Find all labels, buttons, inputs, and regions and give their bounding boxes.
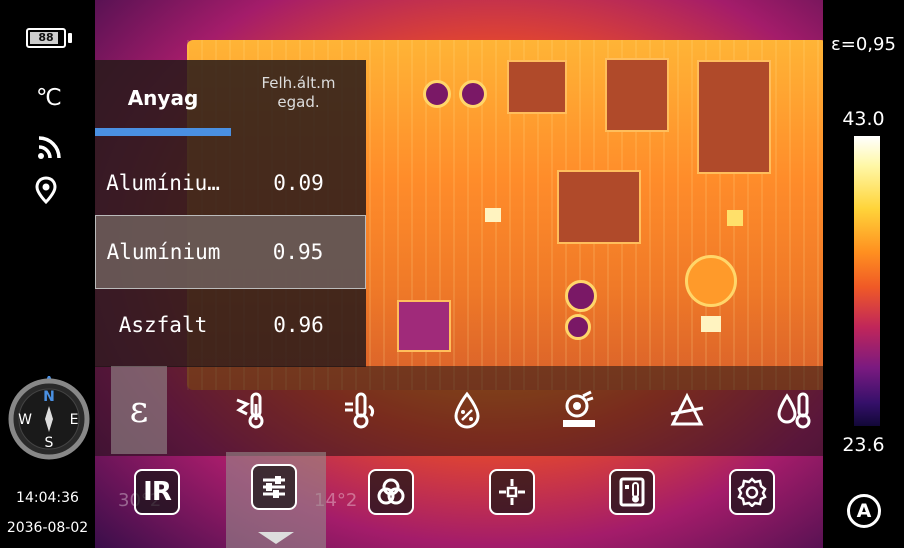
emissivity-tool[interactable]: ε xyxy=(111,366,167,454)
clock-date: 2036-08-02 xyxy=(6,520,89,536)
distance-icon xyxy=(563,390,595,427)
tab-user-defined-line2: egad. xyxy=(277,93,320,111)
active-tab-indicator xyxy=(95,128,231,136)
battery-tip xyxy=(68,33,72,43)
distance-tool[interactable] xyxy=(551,366,607,454)
temperature-compensation-icon xyxy=(777,392,811,429)
wifi-icon xyxy=(36,135,62,165)
emissivity-icon: ε xyxy=(129,389,149,431)
scale-min-temperature[interactable]: 23.6 xyxy=(823,434,904,456)
emissivity-readout: ε=0,95 xyxy=(831,34,896,55)
compass-west: W xyxy=(18,412,32,428)
compass-south: S xyxy=(45,435,54,451)
emissivity-table: Anyag Felh.ált.m egad. Alumíniu… 0.09 Al… xyxy=(95,60,366,367)
battery-icon: 88 xyxy=(26,28,66,48)
soc-chip xyxy=(557,170,641,244)
color-scale-bar xyxy=(854,136,880,426)
mounting-hole xyxy=(565,280,597,312)
ambient-temperature-icon xyxy=(345,392,375,429)
ambient-temperature-tool[interactable] xyxy=(333,366,389,454)
compass: N S W E xyxy=(8,376,90,460)
ethernet-port xyxy=(697,60,771,174)
chevron-down-icon xyxy=(258,532,294,544)
tab-user-defined[interactable]: Felh.ált.m egad. xyxy=(231,74,366,112)
compass-north: N xyxy=(43,389,55,405)
material-name: Alumínium xyxy=(106,240,221,264)
parameter-settings-icon xyxy=(263,476,285,498)
location-pin-icon xyxy=(35,176,57,208)
material-row[interactable]: Alumíniu… 0.09 xyxy=(95,148,366,218)
tab-material[interactable]: Anyag xyxy=(95,60,231,136)
hotspot xyxy=(701,316,721,332)
gear-icon xyxy=(737,477,767,507)
reflected-temperature-icon xyxy=(236,392,264,429)
compass-east: E xyxy=(70,412,79,428)
material-emissivity: 0.96 xyxy=(273,313,324,337)
alarm-temperature-button[interactable] xyxy=(609,469,655,515)
material-name: Aszfalt xyxy=(118,313,208,337)
humidity-icon xyxy=(454,391,480,429)
material-row[interactable]: Aszfalt 0.96 xyxy=(95,290,366,360)
parameter-toolbar: ε xyxy=(95,366,823,456)
alarm-temperature-icon xyxy=(619,477,645,507)
transmission-icon xyxy=(670,392,704,426)
temperature-compensation-tool[interactable] xyxy=(767,366,823,454)
hotspot xyxy=(485,208,501,222)
material-emissivity: 0.95 xyxy=(272,240,324,264)
mounting-hole xyxy=(459,80,487,108)
thermal-camera-screen: 88 ℃ N S W E 14:04:36 2036-08-02 Anyag F… xyxy=(0,0,904,548)
measurement-point-button[interactable] xyxy=(489,469,535,515)
reflected-temperature-tool[interactable] xyxy=(223,366,279,454)
mounting-hole xyxy=(565,314,591,340)
coin-cell xyxy=(685,255,737,307)
clock-time: 14:04:36 xyxy=(16,490,79,506)
ir-mode-button[interactable]: IR xyxy=(134,469,180,515)
parameter-settings-button[interactable] xyxy=(251,464,297,510)
battery-level: 88 xyxy=(38,31,54,44)
usb-connector xyxy=(507,60,567,114)
settings-button[interactable] xyxy=(729,469,775,515)
ir-mode-icon: IR xyxy=(143,477,172,507)
humidity-tool[interactable] xyxy=(439,366,495,454)
cool-chip xyxy=(397,300,451,352)
color-scale-sidebar: ε=0,95 43.0 23.6 A xyxy=(823,0,904,548)
auto-range-button[interactable]: A xyxy=(847,494,881,528)
measurement-point-icon xyxy=(499,479,525,505)
temperature-unit: ℃ xyxy=(36,85,62,111)
scale-max-temperature[interactable]: 43.0 xyxy=(823,108,904,130)
tab-user-defined-line1: Felh.ált.m xyxy=(261,74,336,92)
palette-icon xyxy=(377,478,405,505)
audio-jack xyxy=(605,58,669,132)
mounting-hole xyxy=(423,80,451,108)
transmission-tool[interactable] xyxy=(659,366,715,454)
status-sidebar: 88 ℃ N S W E 14:04:36 2036-08-02 xyxy=(0,0,95,548)
palette-button[interactable] xyxy=(368,469,414,515)
material-name: Alumíniu… xyxy=(106,171,220,195)
hotspot xyxy=(727,210,743,226)
material-row-selected[interactable]: Alumínium 0.95 xyxy=(95,215,366,289)
material-emissivity: 0.09 xyxy=(273,171,324,195)
